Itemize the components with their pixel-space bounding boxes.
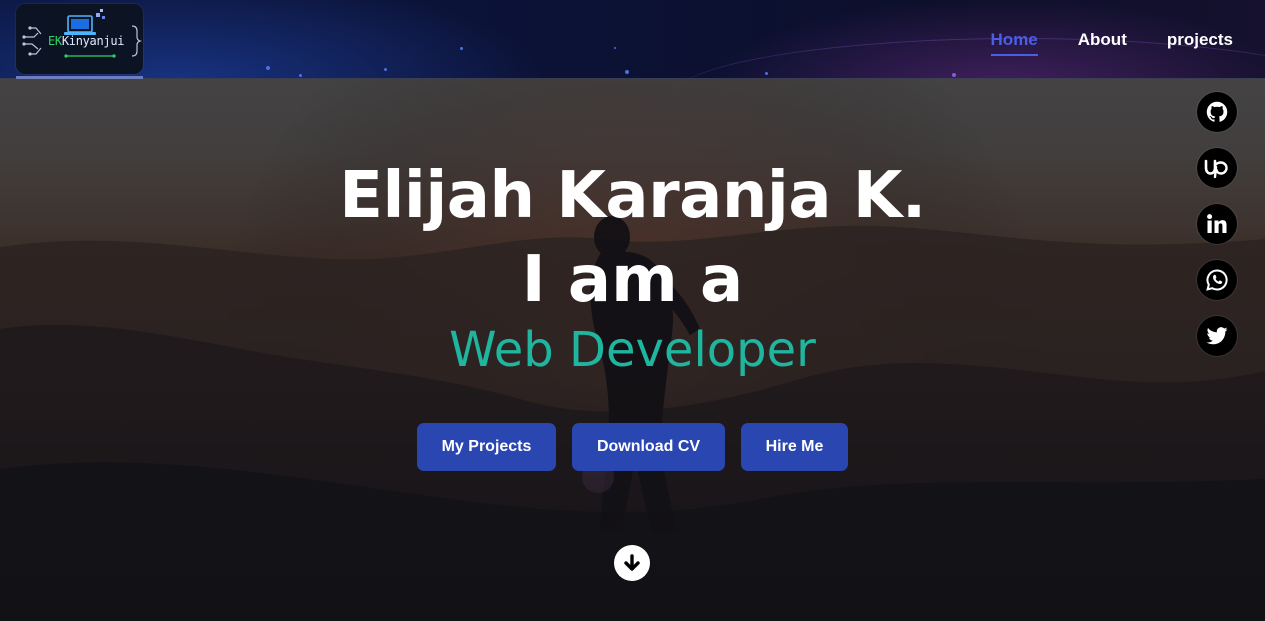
logo-prefix: EK [48,34,62,48]
logo-name: Kinyanjui [61,34,125,48]
nav-links: Home About projects [990,29,1233,56]
linkedin-icon [1207,214,1227,233]
logo-text: EKKinyanjui [48,34,124,48]
hero-buttons: My Projects Download CV Hire Me [417,423,848,471]
scroll-down-button[interactable] [614,545,650,581]
hero-role: Web Developer [449,322,816,378]
my-projects-button[interactable]: My Projects [417,423,556,471]
nav-link-projects[interactable]: projects [1167,29,1233,56]
nav-link-about[interactable]: About [1078,29,1127,56]
linkedin-link[interactable] [1197,204,1237,244]
logo-underline [16,76,143,79]
hero-section: Elijah Karanja K. I am a Web Developer M… [0,79,1265,621]
hero-name: Elijah Karanja K. [339,159,926,233]
twitter-link[interactable] [1197,316,1237,356]
site-logo[interactable]: EKKinyanjui [16,4,143,74]
navbar: EKKinyanjui Home About projects [0,0,1265,79]
twitter-icon [1206,327,1228,345]
upwork-icon [1204,159,1228,178]
whatsapp-link[interactable] [1197,260,1237,300]
nav-link-home[interactable]: Home [990,29,1038,56]
hero-intro: I am a [521,243,744,317]
upwork-link[interactable] [1197,148,1237,188]
download-cv-button[interactable]: Download CV [572,423,725,471]
hire-me-button[interactable]: Hire Me [741,423,848,471]
arrow-down-icon [624,554,640,571]
whatsapp-icon [1206,269,1228,291]
